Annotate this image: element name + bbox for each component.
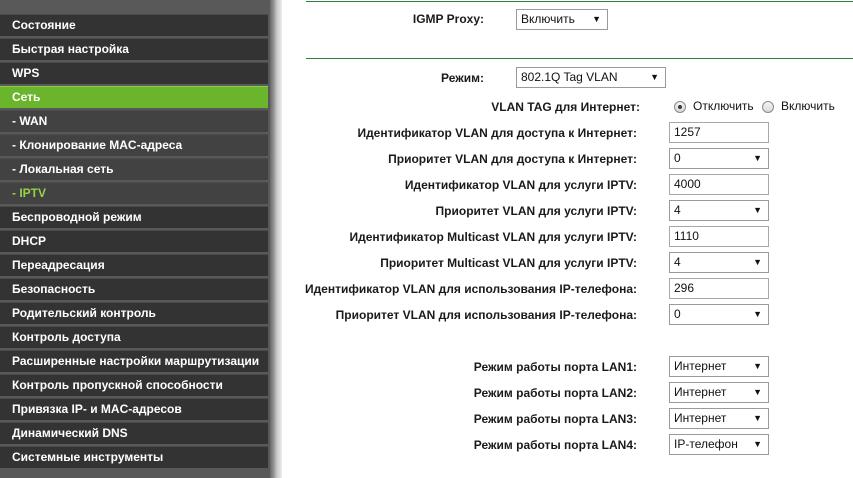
menu-item-mac-clone[interactable]: - Клонирование MAC-адреса <box>0 134 268 156</box>
lan3-mode-select[interactable]: Интернет ▼ <box>669 408 769 429</box>
sidebar-menu: Состояние Быстрая настройка WPS Сеть - W… <box>0 0 270 478</box>
lan1-mode-value: Интернет <box>674 359 727 373</box>
ip-phone-vlan-id-input[interactable]: 296 <box>669 278 769 299</box>
field-label-wrap: Режим работы порта LAN4: <box>300 437 637 453</box>
menu-item-forwarding[interactable]: Переадресация <box>0 254 268 276</box>
multicast-vlan-priority-select[interactable]: 4 ▼ <box>669 252 769 273</box>
iptv-vlan-priority-label: Приоритет VLAN для услуги IPTV: <box>435 204 637 218</box>
field-label-wrap: Приоритет VLAN для использования IP-теле… <box>300 307 637 323</box>
menu-item-access-control[interactable]: Контроль доступа <box>0 326 268 348</box>
lan4-mode-label: Режим работы порта LAN4: <box>473 438 637 452</box>
menu-item-lan[interactable]: - Локальная сеть <box>0 158 268 180</box>
ip-phone-vlan-priority-value: 0 <box>674 307 681 321</box>
iptv-vlan-id-input[interactable]: 4000 <box>669 174 769 195</box>
chevron-down-icon: ▼ <box>753 153 762 163</box>
igmp-proxy-label-wrap: IGMP Proxy: <box>300 11 484 27</box>
lan1-mode-select[interactable]: Интернет ▼ <box>669 356 769 377</box>
iptv-vlan-priority-value: 4 <box>674 203 681 217</box>
mode-label-wrap: Режим: <box>300 70 484 86</box>
internet-vlan-priority-value: 0 <box>674 151 681 165</box>
mode-label: Режим: <box>441 71 484 85</box>
field-label-wrap: Приоритет VLAN для услуги IPTV: <box>300 203 637 219</box>
multicast-vlan-priority-label: Приоритет Multicast VLAN для услуги IPTV… <box>380 256 637 270</box>
lan4-mode-select[interactable]: IP-телефон ▼ <box>669 434 769 455</box>
internet-vlan-priority-select[interactable]: 0 ▼ <box>669 148 769 169</box>
sidebar-edge <box>270 0 282 478</box>
vlan-tag-off-radio[interactable] <box>674 101 686 113</box>
ip-phone-vlan-priority-label: Приоритет VLAN для использования IP-теле… <box>335 308 637 322</box>
iptv-vlan-id-label: Идентификатор VLAN для услуги IPTV: <box>404 178 637 192</box>
lan3-mode-value: Интернет <box>674 411 727 425</box>
internet-vlan-id-input[interactable]: 1257 <box>669 122 769 143</box>
field-label-wrap: Режим работы порта LAN3: <box>300 411 637 427</box>
field-label-wrap: Идентификатор Multicast VLAN для услуги … <box>300 229 637 245</box>
vlan-tag-on-label: Включить <box>781 99 835 113</box>
multicast-vlan-priority-value: 4 <box>674 255 681 269</box>
vlan-tag-label: VLAN TAG для Интернет: <box>491 100 640 114</box>
chevron-down-icon: ▼ <box>753 205 762 215</box>
menu-item-quick-setup[interactable]: Быстрая настройка <box>0 38 268 60</box>
field-label-wrap: Режим работы порта LAN1: <box>300 359 637 375</box>
menu-item-parental-control[interactable]: Родительский контроль <box>0 302 268 324</box>
mode-value: 802.1Q Tag VLAN <box>521 70 618 84</box>
menu-item-wireless[interactable]: Беспроводной режим <box>0 206 268 228</box>
field-label-wrap: Идентификатор VLAN для доступа к Интерне… <box>300 125 637 141</box>
internet-vlan-id-label: Идентификатор VLAN для доступа к Интерне… <box>357 126 637 140</box>
lan2-mode-select[interactable]: Интернет ▼ <box>669 382 769 403</box>
vlan-tag-label-wrap: VLAN TAG для Интернет: <box>300 99 640 115</box>
menu-item-network[interactable]: Сеть <box>0 86 268 108</box>
lan2-mode-label: Режим работы порта LAN2: <box>473 386 637 400</box>
internet-vlan-priority-label: Приоритет VLAN для доступа к Интернет: <box>388 152 637 166</box>
menu-item-advanced-routing[interactable]: Расширенные настройки маршрутизации <box>0 350 268 372</box>
menu-item-system-tools[interactable]: Системные инструменты <box>0 446 268 468</box>
field-label-wrap: Приоритет Multicast VLAN для услуги IPTV… <box>300 255 637 271</box>
field-label-wrap: Режим работы порта LAN2: <box>300 385 637 401</box>
chevron-down-icon: ▼ <box>650 72 659 82</box>
menu-item-security[interactable]: Безопасность <box>0 278 268 300</box>
lan3-mode-label: Режим работы порта LAN3: <box>473 412 637 426</box>
igmp-proxy-value: Включить <box>521 12 575 26</box>
chevron-down-icon: ▼ <box>753 387 762 397</box>
lan4-mode-value: IP-телефон <box>674 437 738 451</box>
multicast-vlan-id-label: Идентификатор Multicast VLAN для услуги … <box>349 230 637 244</box>
ip-phone-vlan-id-label: Идентификатор VLAN для использования IP-… <box>304 282 637 296</box>
multicast-vlan-id-input[interactable]: 1110 <box>669 226 769 247</box>
igmp-proxy-select[interactable]: Включить ▼ <box>516 9 608 30</box>
menu-item-iptv[interactable]: - IPTV <box>0 182 268 204</box>
vlan-tag-off-label: Отключить <box>693 99 754 113</box>
chevron-down-icon: ▼ <box>592 14 601 24</box>
chevron-down-icon: ▼ <box>753 439 762 449</box>
menu-item-dhcp[interactable]: DHCP <box>0 230 268 252</box>
section-divider <box>306 58 853 59</box>
igmp-proxy-label: IGMP Proxy: <box>412 12 484 26</box>
field-label-wrap: Приоритет VLAN для доступа к Интернет: <box>300 151 637 167</box>
mode-select[interactable]: 802.1Q Tag VLAN ▼ <box>516 67 666 88</box>
menu-item-wps[interactable]: WPS <box>0 62 268 84</box>
chevron-down-icon: ▼ <box>753 413 762 423</box>
menu-item-ip-mac-binding[interactable]: Привязка IP- и MAC-адресов <box>0 398 268 420</box>
vlan-tag-on-radio[interactable] <box>762 101 774 113</box>
menu-item-bandwidth-control[interactable]: Контроль пропускной способности <box>0 374 268 396</box>
chevron-down-icon: ▼ <box>753 309 762 319</box>
ip-phone-vlan-priority-select[interactable]: 0 ▼ <box>669 304 769 325</box>
top-divider <box>306 1 853 2</box>
chevron-down-icon: ▼ <box>753 257 762 267</box>
menu-item-status[interactable]: Состояние <box>0 14 268 36</box>
iptv-vlan-priority-select[interactable]: 4 ▼ <box>669 200 769 221</box>
field-label-wrap: Идентификатор VLAN для использования IP-… <box>300 281 637 297</box>
field-label-wrap: Идентификатор VLAN для услуги IPTV: <box>300 177 637 193</box>
chevron-down-icon: ▼ <box>753 361 762 371</box>
menu-item-wan[interactable]: - WAN <box>0 110 268 132</box>
menu-item-dynamic-dns[interactable]: Динамический DNS <box>0 422 268 444</box>
lan1-mode-label: Режим работы порта LAN1: <box>473 360 637 374</box>
lan2-mode-value: Интернет <box>674 385 727 399</box>
